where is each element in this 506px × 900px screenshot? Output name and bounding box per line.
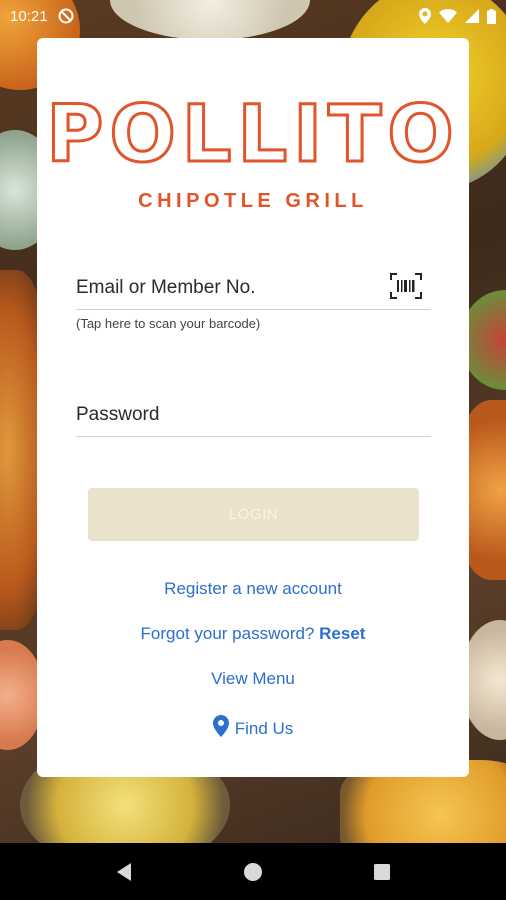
password-field[interactable] [76,397,431,433]
signal-icon [465,9,479,23]
home-icon[interactable] [233,852,273,892]
wifi-icon [439,9,457,23]
brand-logo: POLLITO CHIPOTLE GRILL [37,88,469,213]
view-menu-link[interactable]: View Menu [37,669,469,689]
battery-icon [487,8,496,24]
find-us-link[interactable]: Find Us [37,715,469,742]
forgot-password-text: Forgot your password? [140,624,315,643]
password-field-container [76,397,431,437]
map-pin-icon [212,715,229,742]
android-nav-bar [0,843,506,900]
back-icon[interactable] [104,852,144,892]
barcode-scan-icon[interactable] [389,272,423,300]
logo-wordmark: POLLITO [45,89,460,182]
forgot-password-row: Forgot your password? Reset [37,624,469,644]
logo-tagline: CHIPOTLE GRILL [138,190,368,212]
find-us-label: Find Us [234,718,294,738]
email-field-container [76,270,431,310]
barcode-hint[interactable]: (Tap here to scan your barcode) [76,316,260,331]
status-bar: 10:21 [0,0,506,32]
recents-icon[interactable] [362,852,402,892]
login-card: POLLITO CHIPOTLE GRILL (Tap here to scan… [37,38,469,777]
do-not-disturb-icon [58,8,74,24]
register-link[interactable]: Register a new account [37,579,469,599]
location-icon [419,8,431,24]
reset-password-link[interactable]: Reset [319,624,365,643]
email-field[interactable] [76,270,431,306]
login-button[interactable]: LOGIN [88,488,419,541]
status-time: 10:21 [10,7,48,25]
